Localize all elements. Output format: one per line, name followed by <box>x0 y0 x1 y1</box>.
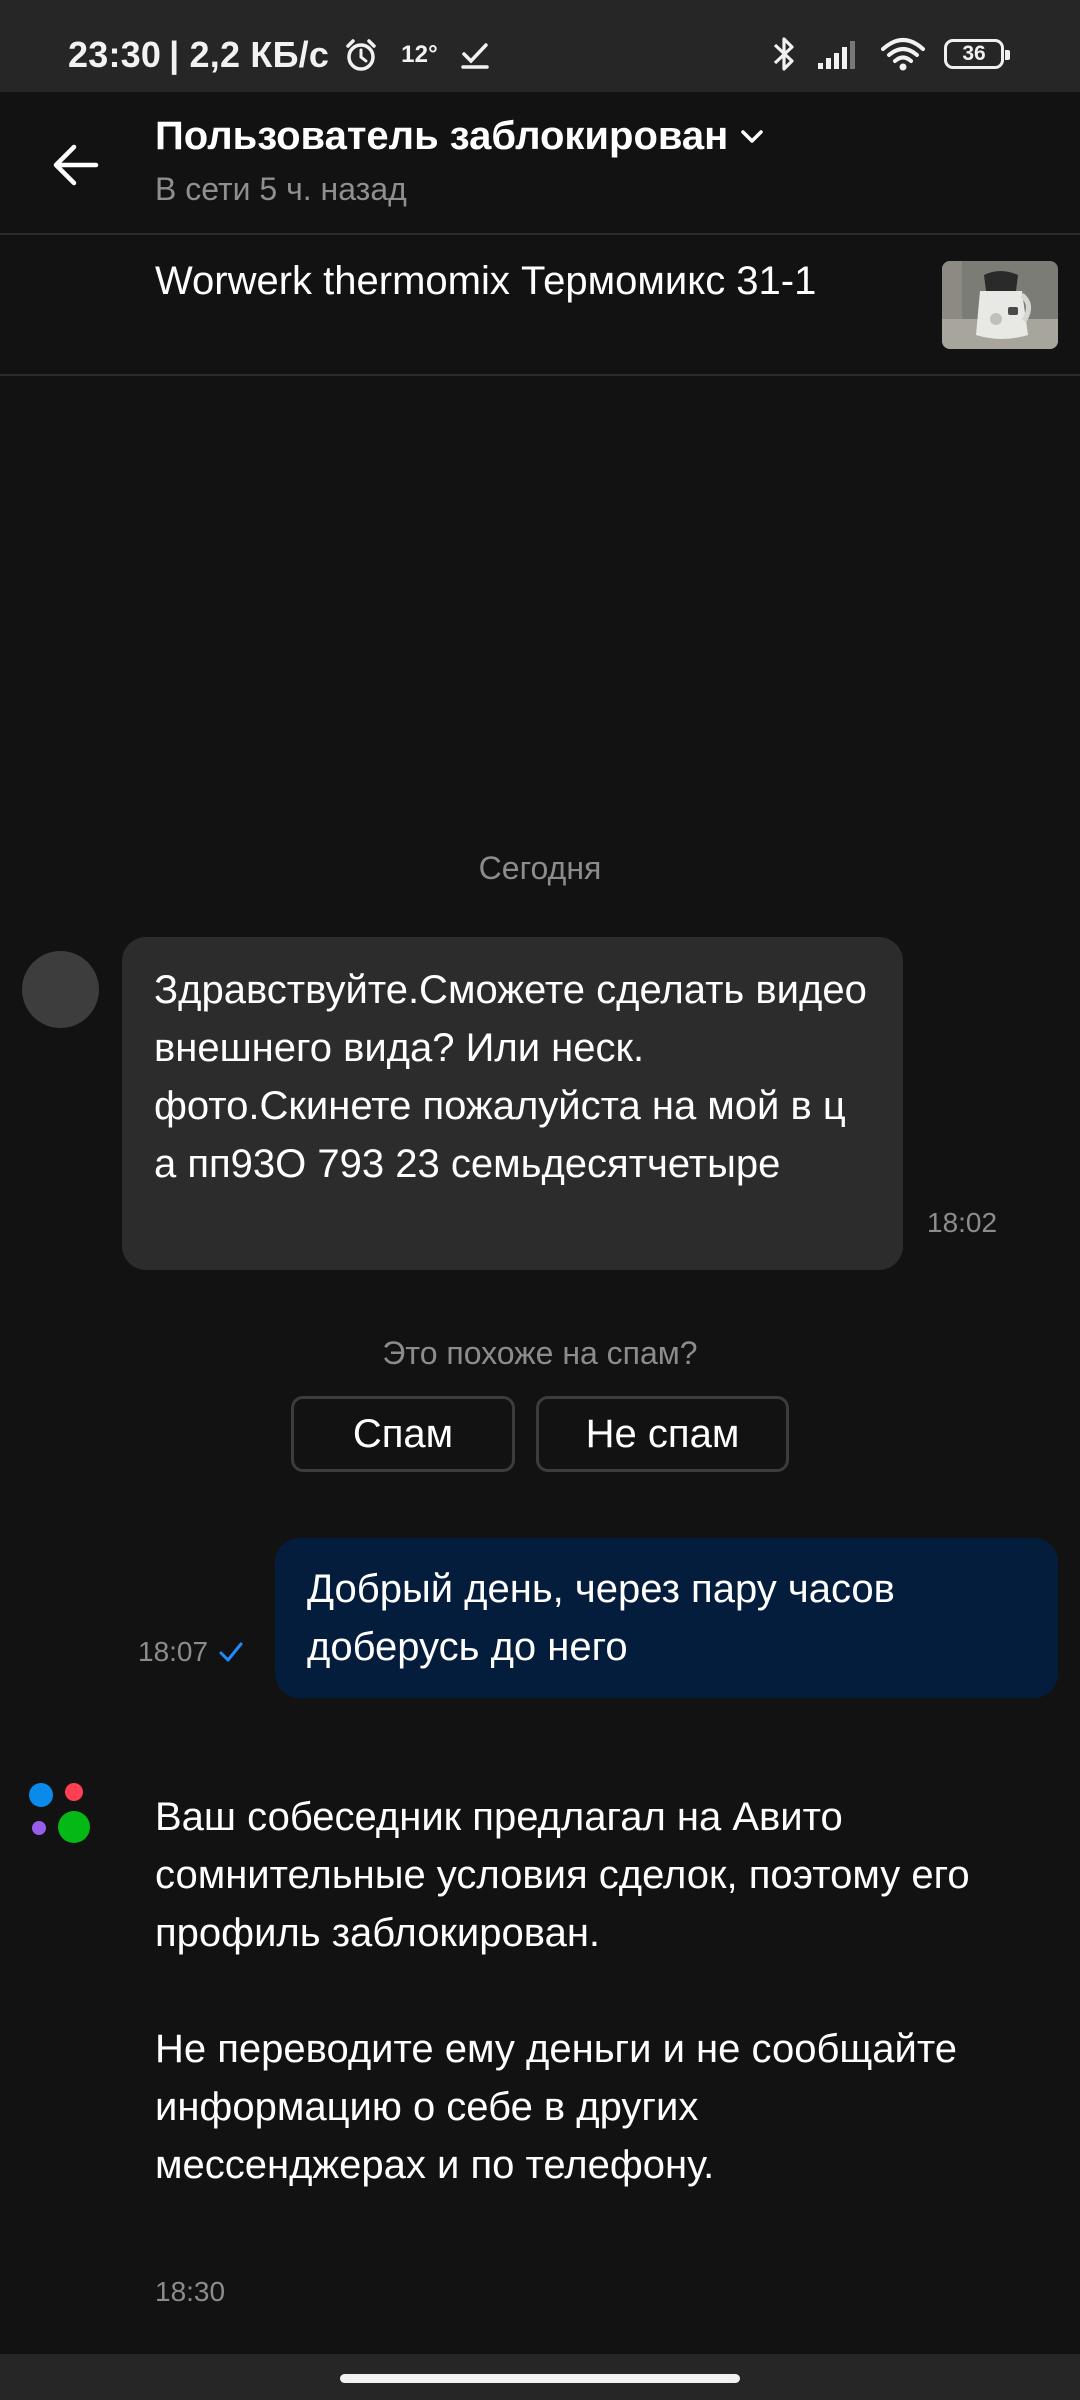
listing-title: Worwerk thermomix Термомикс 31-1 <box>155 259 817 303</box>
home-indicator[interactable] <box>340 2374 740 2383</box>
signal-icon <box>816 38 862 70</box>
status-bar-left: 23:30 | 2,2 КБ/с 12° <box>68 34 490 76</box>
chevron-down-icon <box>740 129 764 145</box>
spam-question: Это похоже на спам? <box>382 1335 698 1371</box>
chat-title: Пользователь заблокирован <box>155 114 729 158</box>
temperature: 12° <box>401 41 438 68</box>
chat-header: Пользователь заблокирован В сети 5 ч. на… <box>0 92 1080 235</box>
alarm-icon <box>343 37 379 73</box>
arrow-left-icon <box>50 143 100 187</box>
system-message-paragraph: Не переводите ему деньги и не сообщайте … <box>155 2027 957 2187</box>
not-spam-button[interactable]: Не спам <box>536 1396 789 1472</box>
date-separator: Сегодня <box>478 850 602 886</box>
system-message-time: 18:30 <box>155 2276 226 2307</box>
avatar[interactable] <box>22 951 99 1028</box>
status-bar-right: 36 <box>770 34 1010 74</box>
wifi-icon <box>880 37 926 71</box>
bluetooth-icon <box>770 34 798 74</box>
incoming-message-bubble[interactable]: Здравствуйте.Сможете сделать видео внешн… <box>122 937 903 1270</box>
listing-thumbnail[interactable] <box>942 261 1058 349</box>
outgoing-message-bubble[interactable]: Добрый день, через пару часов доберусь д… <box>275 1538 1058 1698</box>
contact-info[interactable]: Пользователь заблокирован В сети 5 ч. на… <box>155 114 764 208</box>
check-notification-icon <box>460 40 490 70</box>
network-speed: | 2,2 КБ/с <box>169 34 330 75</box>
spam-button[interactable]: Спам <box>291 1396 515 1472</box>
incoming-message-text: Здравствуйте.Сможете сделать видео внешн… <box>154 968 867 1186</box>
incoming-message-time: 18:02 <box>927 1207 998 1238</box>
outgoing-message-meta: 18:07 <box>138 1636 244 1668</box>
navigation-bar <box>0 2354 1080 2400</box>
battery-indicator: 36 <box>944 39 1010 69</box>
clock: 23:30 <box>68 34 162 75</box>
avito-logo-icon <box>26 1778 96 1848</box>
outgoing-message-text: Добрый день, через пару часов доберусь д… <box>307 1567 895 1669</box>
read-check-icon <box>218 1641 244 1663</box>
back-button[interactable] <box>40 130 110 200</box>
chat-title-row: Пользователь заблокирован <box>155 114 764 159</box>
system-message: Ваш собеседник предлагал на Авито сомнит… <box>155 1788 975 2194</box>
status-bar: 23:30 | 2,2 КБ/с 12° 36 <box>0 0 1080 92</box>
listing-bar[interactable]: Worwerk thermomix Термомикс 31-1 <box>0 235 1080 376</box>
system-message-paragraph: Ваш собеседник предлагал на Авито сомнит… <box>155 1795 970 1955</box>
outgoing-message-time: 18:07 <box>138 1636 209 1667</box>
last-seen: В сети 5 ч. назад <box>155 171 407 207</box>
